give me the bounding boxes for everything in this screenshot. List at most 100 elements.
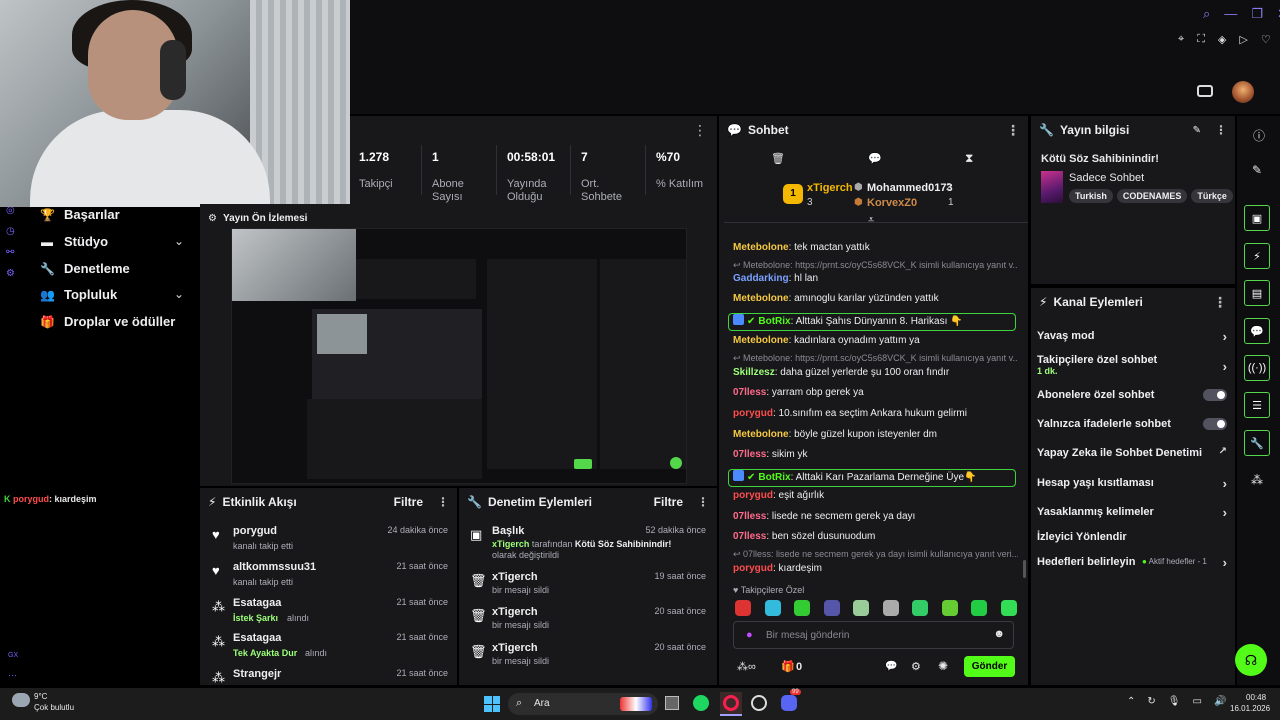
steam-icon[interactable] xyxy=(751,695,767,711)
gift-box-icon[interactable] xyxy=(1197,85,1213,97)
points-infinite-icon[interactable]: ⁂∞ xyxy=(737,660,756,673)
nav-achievements[interactable]: 🏆 Başarılar xyxy=(40,207,120,222)
chat-message[interactable]: porygud: 10.sınıfım ea seçtim Ankara huk… xyxy=(733,407,1018,420)
info-icon[interactable]: ⓘ xyxy=(1253,127,1265,144)
minimize-icon[interactable]: — xyxy=(1224,6,1237,22)
notes-icon[interactable]: ▤ xyxy=(1244,280,1270,306)
chevron-up-icon[interactable]: ⌃ xyxy=(1127,696,1135,707)
emote-menu-icon[interactable]: ✺ xyxy=(938,659,948,673)
emote-icon[interactable] xyxy=(1000,600,1017,616)
points-icon[interactable]: ⁂ xyxy=(1251,473,1263,487)
discord-icon[interactable] xyxy=(781,695,797,711)
emote-icon[interactable] xyxy=(735,600,751,616)
chat-reply-preview[interactable]: ↩ Metebolone: https://prnt.sc/oyC5s68VCK… xyxy=(733,260,1018,271)
chat-bot-message[interactable]: ✔ BotRix: Alttaki Şahıs Dünyanın 8. Harik… xyxy=(728,313,1016,331)
settings-icon[interactable]: ⚙ xyxy=(911,660,921,673)
chat-message[interactable]: Metebolone: kadınlara oynadım yattım ya xyxy=(733,334,1018,347)
windows-start-icon[interactable] xyxy=(484,696,500,712)
chat-icon[interactable]: 💬 xyxy=(1244,318,1270,344)
stream-preview-video[interactable] xyxy=(231,228,687,484)
kebab-icon[interactable]: ⋮ xyxy=(693,123,707,137)
crop-icon[interactable]: ⛶ xyxy=(1197,33,1205,46)
chat-icon[interactable]: 💬 xyxy=(885,661,897,672)
nav-community[interactable]: 👥 Topluluk xyxy=(40,287,117,302)
chat-input[interactable]: ● Bir mesaj gönderin ☻ xyxy=(733,621,1014,649)
activity-filter-button[interactable]: Filtre xyxy=(394,495,423,509)
chat-message[interactable]: 07lless: lisede ne secmem gerek ya dayı xyxy=(733,510,1018,523)
nav-moderation[interactable]: 🔧 Denetleme xyxy=(40,261,130,276)
chat-message[interactable]: Gaddarking: hl lan xyxy=(733,272,1018,285)
emote-icon[interactable] xyxy=(764,600,781,616)
camera-icon[interactable]: ▣ xyxy=(1244,205,1270,231)
subscribers-only-chat[interactable]: Abonelere özel sohbet xyxy=(1037,389,1227,401)
send-button[interactable]: Gönder xyxy=(964,656,1015,677)
category-thumbnail[interactable] xyxy=(1041,171,1063,203)
kebab-icon[interactable]: ⋮ xyxy=(1213,295,1227,309)
avatar[interactable] xyxy=(1232,81,1254,103)
emote-icon[interactable] xyxy=(823,600,840,616)
mic-icon[interactable]: 🎙 xyxy=(1168,696,1181,707)
chat-message[interactable]: Metebolone: böyle güzel kupon isteyenler… xyxy=(733,428,1018,441)
shield-icon[interactable]: ◈ xyxy=(1218,33,1226,46)
chevron-down-icon[interactable]: ⌄ xyxy=(174,287,184,301)
clock-icon[interactable]: ◷ xyxy=(6,226,15,237)
collapse-icon[interactable]: ⩡ xyxy=(868,214,874,227)
chat-icon[interactable]: 💬 xyxy=(868,152,882,165)
trash-icon[interactable]: 🗑 xyxy=(771,152,785,165)
kebab-icon[interactable]: ⋮ xyxy=(1006,123,1020,137)
display-icon[interactable]: ▭ xyxy=(1192,696,1201,707)
chat-bot-message[interactable]: ✔ BotRix: Alttaki Karı Pazarlama Derneğin… xyxy=(728,469,1016,487)
set-goals[interactable]: Hedefleri belirleyin ● Aktif hedefler - … xyxy=(1037,555,1227,570)
stream-category[interactable]: Sadece Sohbet xyxy=(1069,172,1144,184)
hourglass-icon[interactable]: ⧗ xyxy=(965,151,973,166)
sync-icon[interactable]: ↻ xyxy=(1147,696,1155,707)
layout-icon[interactable]: ☰ xyxy=(1244,392,1270,418)
kebab-icon[interactable]: ⋮ xyxy=(437,495,449,509)
edit-icon[interactable]: ✎ xyxy=(1193,125,1201,136)
moderation-filter-button[interactable]: Filtre xyxy=(654,495,683,509)
leader-first[interactable]: xTigerch xyxy=(807,182,853,194)
kebab-icon[interactable]: ⋮ xyxy=(1215,123,1227,137)
nav-drops[interactable]: 🎁 Droplar ve ödüller xyxy=(40,314,175,329)
link-icon[interactable]: ⚯ xyxy=(6,247,15,258)
lightning-icon[interactable]: ⚡ xyxy=(1244,243,1270,269)
chat-reply-preview[interactable]: ↩ 07lless: lisede ne secmem gerek ya day… xyxy=(733,549,1018,560)
chat-message[interactable]: 07lless: sikim yk xyxy=(733,448,1018,461)
tag[interactable]: Türkçe xyxy=(1191,189,1233,203)
ai-moderation[interactable]: Yapay Zeka ile Sohbet Denetimi ↗ xyxy=(1037,446,1227,459)
speaker-icon[interactable]: 🔊 xyxy=(1214,696,1226,707)
edit-icon[interactable]: ✎ xyxy=(1252,163,1262,177)
opera-gx-icon[interactable] xyxy=(720,692,742,716)
emote-icon[interactable] xyxy=(853,600,869,616)
chat-message[interactable]: 07lless: yarram obp gerek ya xyxy=(733,386,1018,399)
nav-studio[interactable]: ▬ Stüdyo xyxy=(40,234,108,249)
redirect-viewers[interactable]: İzleyici Yönlendir xyxy=(1037,531,1227,543)
weather-icon[interactable] xyxy=(12,693,30,707)
emote-icon[interactable] xyxy=(912,600,928,616)
chevron-down-icon[interactable]: ⌄ xyxy=(174,234,184,248)
chat-message[interactable]: Metebolone: tek mactan yattık xyxy=(733,241,1018,254)
chat-message[interactable]: porygud: kıardeşim xyxy=(733,562,1018,575)
task-view-icon[interactable] xyxy=(665,696,679,710)
kebab-icon[interactable]: ⋮ xyxy=(697,495,709,509)
pin-icon[interactable]: ⌖ xyxy=(1178,33,1184,46)
tag[interactable]: CODENAMES xyxy=(1116,189,1188,203)
subs-toggle[interactable] xyxy=(1203,389,1227,401)
taskbar-search[interactable]: ⌕ Ara xyxy=(508,693,658,715)
tag[interactable]: Turkish xyxy=(1069,189,1113,203)
spotify-icon[interactable] xyxy=(693,695,709,711)
banned-words[interactable]: Yasaklanmış kelimeler › xyxy=(1037,505,1227,520)
emote-icon[interactable] xyxy=(882,600,899,616)
chat-scrollbar[interactable] xyxy=(1023,560,1026,578)
leader-second[interactable]: Mohammed0173 xyxy=(867,182,953,194)
heart-outline-icon[interactable]: ♡ xyxy=(1261,33,1271,46)
chat-message[interactable]: Skillzesz: daha güzel yerlerde şu 100 or… xyxy=(733,366,1018,379)
chat-reply-preview[interactable]: ↩ Metebolone: https://prnt.sc/oyC5s68VCK… xyxy=(733,353,1018,364)
emote-icon[interactable] xyxy=(794,600,810,616)
mic-icon[interactable]: ● xyxy=(746,629,753,641)
followers-only-chat[interactable]: Takipçilere özel sohbet 1 dk. › xyxy=(1037,354,1227,376)
restore-icon[interactable]: ❐ xyxy=(1251,6,1263,22)
emoji-icon[interactable]: ☻ xyxy=(993,628,1005,640)
leader-third[interactable]: KorvexZ0 xyxy=(867,197,917,209)
emote-only-chat[interactable]: Yalnızca ifadelerle sohbet xyxy=(1037,418,1227,430)
